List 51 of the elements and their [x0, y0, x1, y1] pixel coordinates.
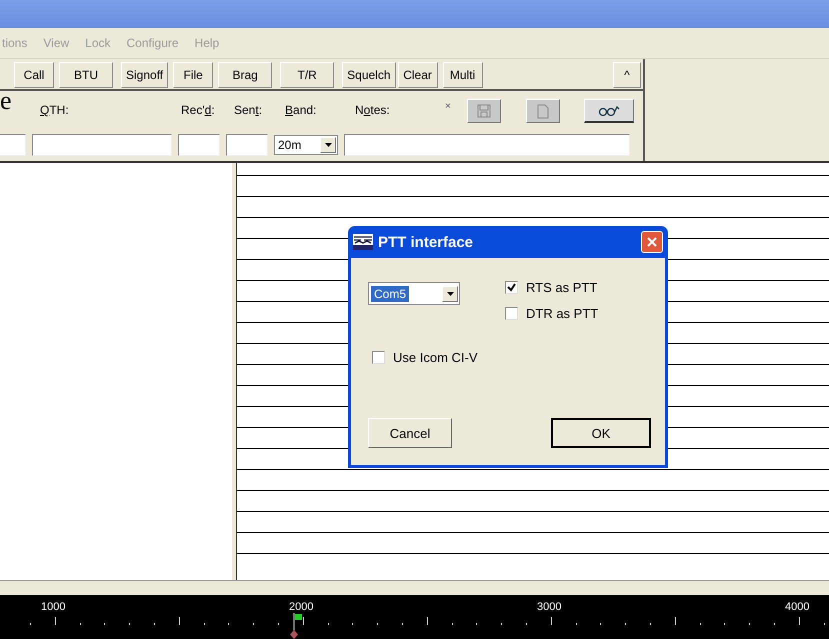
- field-label: QTH:: [40, 103, 69, 117]
- toolbar-button[interactable]: Multi: [442, 62, 483, 88]
- checkbox[interactable]: [372, 351, 385, 364]
- field-label: Band:: [285, 103, 316, 117]
- checkbox-option[interactable]: DTR as PTT: [505, 306, 598, 321]
- toolbar-button[interactable]: Signoff: [121, 62, 168, 88]
- frequency-label: 3000: [537, 601, 562, 613]
- toolbar-button[interactable]: BTU: [59, 62, 113, 88]
- frequency-label: 4000: [785, 601, 810, 613]
- toolbar-button[interactable]: Call: [14, 62, 54, 88]
- page-icon: [537, 104, 549, 118]
- collapse-button[interactable]: ^: [613, 62, 641, 88]
- band-dropdown[interactable]: 20m: [274, 135, 338, 155]
- sent-field[interactable]: [226, 134, 268, 156]
- input-field[interactable]: [0, 134, 26, 156]
- clear-mark[interactable]: ×: [445, 101, 451, 112]
- dialog-title: PTT interface: [378, 234, 474, 250]
- floppy-icon: [477, 104, 491, 118]
- toolbar-button[interactable]: Squelch: [342, 62, 396, 88]
- field-label: Notes:: [355, 103, 390, 117]
- field-label: Rec'd:: [181, 103, 215, 117]
- checkbox[interactable]: [505, 307, 518, 320]
- view-button[interactable]: [584, 99, 634, 123]
- option-label: DTR as PTT: [526, 306, 598, 321]
- received-field[interactable]: [178, 134, 220, 156]
- dialog-button[interactable]: OK: [551, 418, 651, 448]
- checkbox[interactable]: [505, 281, 518, 294]
- frequency-label: 1000: [41, 601, 66, 613]
- toolbar-button[interactable]: Brag: [218, 62, 272, 88]
- dropdown-arrow-icon: [324, 143, 332, 147]
- dropdown-arrow-icon: [446, 292, 454, 296]
- close-button[interactable]: [641, 231, 663, 253]
- field-label: Sent:: [234, 103, 262, 117]
- notes-field[interactable]: [344, 134, 630, 156]
- tuning-marker[interactable]: [288, 613, 302, 639]
- toolbar-button[interactable]: Clear: [398, 62, 438, 88]
- text-fragment: e: [0, 88, 12, 114]
- dialog-button[interactable]: Cancel: [368, 418, 452, 448]
- checkbox-option[interactable]: Use Icom CI-V: [372, 350, 478, 365]
- port-dropdown[interactable]: Com5: [368, 282, 460, 305]
- option-label: Use Icom CI-V: [393, 350, 478, 365]
- option-label: RTS as PTT: [526, 280, 598, 295]
- glasses-icon: [598, 104, 620, 116]
- toolbar-button[interactable]: File: [173, 62, 214, 88]
- app-icon: [353, 234, 373, 250]
- qth-field[interactable]: [32, 134, 172, 156]
- frequency-label: 2000: [289, 601, 314, 613]
- close-icon: [646, 236, 658, 248]
- checkbox-option[interactable]: RTS as PTT: [505, 280, 598, 295]
- check-icon: [507, 283, 516, 292]
- toolbar-button[interactable]: T/R: [280, 62, 334, 88]
